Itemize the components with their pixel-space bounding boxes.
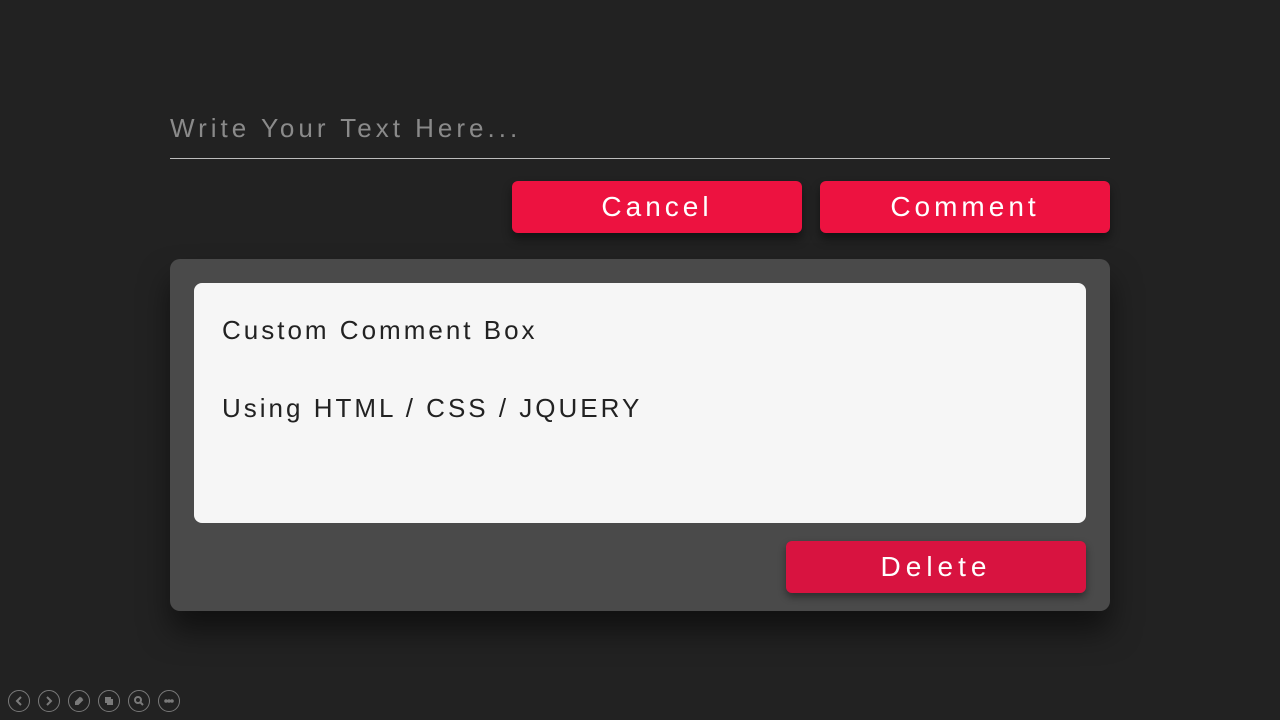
- delete-button[interactable]: Delete: [786, 541, 1086, 593]
- next-icon[interactable]: [38, 690, 60, 712]
- comment-button[interactable]: Comment: [820, 181, 1110, 233]
- comment-body: Custom Comment Box Using HTML / CSS / JQ…: [194, 283, 1086, 523]
- more-icon[interactable]: [158, 690, 180, 712]
- comment-input[interactable]: [170, 105, 1110, 159]
- prev-icon[interactable]: [8, 690, 30, 712]
- bottom-toolbar: [8, 690, 180, 712]
- copy-icon[interactable]: [98, 690, 120, 712]
- cancel-button[interactable]: Cancel: [512, 181, 802, 233]
- comment-card: Custom Comment Box Using HTML / CSS / JQ…: [170, 259, 1110, 611]
- zoom-icon[interactable]: [128, 690, 150, 712]
- action-button-row: Cancel Comment: [170, 181, 1110, 233]
- edit-icon[interactable]: [68, 690, 90, 712]
- delete-row: Delete: [194, 541, 1086, 593]
